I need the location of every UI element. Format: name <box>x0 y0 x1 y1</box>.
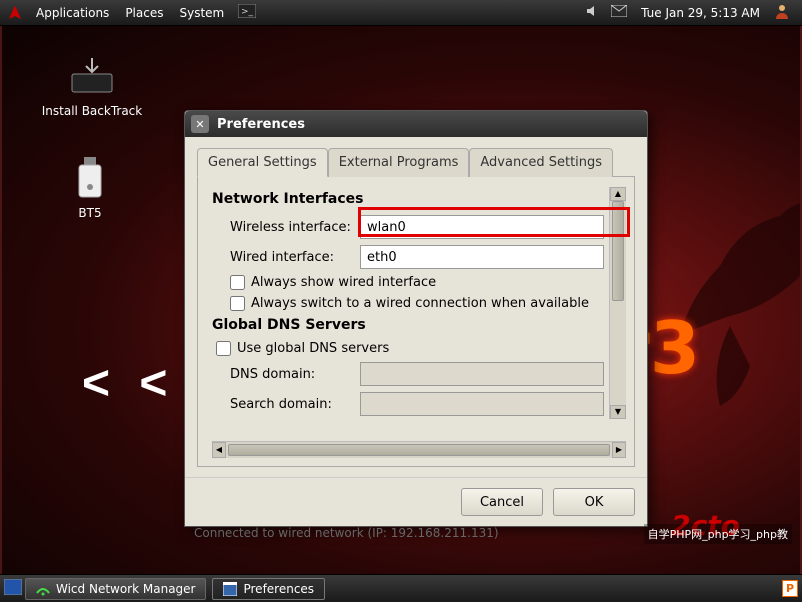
svg-text:>_: >_ <box>241 7 254 17</box>
arrows-decor: < < <box>82 356 175 411</box>
watermark-text: 自学PHP网_php学习_php教 <box>644 524 792 544</box>
desktop: r3 < < Install BackTrack BT5 ✕ Preferenc… <box>2 26 800 574</box>
wicd-status-text: Connected to wired network (IP: 192.168.… <box>184 522 648 544</box>
row-wireless-interface: Wireless interface: <box>230 215 604 239</box>
desktop-icon-label: BT5 <box>60 206 120 220</box>
preferences-dialog: ✕ Preferences General Settings External … <box>184 110 648 527</box>
window-icon <box>223 582 237 596</box>
cancel-button[interactable]: Cancel <box>461 488 543 516</box>
row-dns-domain: DNS domain: <box>230 362 604 386</box>
usb-drive-icon <box>66 154 114 202</box>
row-always-switch-wired: Always switch to a wired connection when… <box>230 296 604 311</box>
wired-interface-input[interactable] <box>360 245 604 269</box>
search-domain-label: Search domain: <box>230 397 360 412</box>
distro-logo-icon <box>6 4 24 22</box>
dialog-actions: Cancel OK <box>185 477 647 526</box>
php-badge-icon[interactable]: P <box>782 580 798 597</box>
ok-button[interactable]: OK <box>553 488 635 516</box>
volume-icon[interactable] <box>579 4 605 21</box>
dns-domain-input <box>360 362 604 386</box>
task-preferences[interactable]: Preferences <box>212 578 325 600</box>
tab-general-settings[interactable]: General Settings <box>197 148 328 177</box>
desktop-icon-label: Install BackTrack <box>32 104 152 118</box>
row-search-domain: Search domain: <box>230 392 604 416</box>
show-desktop-icon[interactable] <box>4 579 22 598</box>
bt5-usb-icon[interactable]: BT5 <box>60 154 120 220</box>
always-switch-wired-checkbox[interactable] <box>230 296 245 311</box>
bottom-tray: P <box>782 580 798 597</box>
horizontal-scrollbar[interactable]: ◀ ▶ <box>212 441 626 458</box>
wired-interface-label: Wired interface: <box>230 250 360 265</box>
tab-content: Network Interfaces Wireless interface: W… <box>197 177 635 467</box>
scroll-left-button[interactable]: ◀ <box>212 442 226 458</box>
use-global-dns-label: Use global DNS servers <box>237 341 389 356</box>
wireless-interface-input[interactable] <box>360 215 604 239</box>
row-use-global-dns: Use global DNS servers <box>216 341 604 356</box>
tab-advanced-settings[interactable]: Advanced Settings <box>469 148 613 177</box>
install-backtrack-icon[interactable]: Install BackTrack <box>32 52 152 118</box>
menu-applications[interactable]: Applications <box>28 6 117 20</box>
vertical-scrollbar[interactable]: ▲ ▼ <box>609 187 626 419</box>
scrollbar-thumb-h[interactable] <box>228 444 610 456</box>
tab-external-programs[interactable]: External Programs <box>328 148 470 177</box>
clock[interactable]: Tue Jan 29, 5:13 AM <box>633 6 768 20</box>
section-global-dns: Global DNS Servers <box>212 317 604 333</box>
network-icon <box>36 582 50 596</box>
dns-domain-label: DNS domain: <box>230 367 360 382</box>
wireless-interface-label: Wireless interface: <box>230 220 360 235</box>
top-panel: Applications Places System >_ Tue Jan 29… <box>0 0 802 26</box>
scrollbar-thumb[interactable] <box>612 201 624 301</box>
user-icon[interactable] <box>768 3 796 22</box>
terminal-launcher-icon[interactable]: >_ <box>232 4 262 21</box>
task-wicd[interactable]: Wicd Network Manager <box>25 578 206 600</box>
scroll-right-button[interactable]: ▶ <box>612 442 626 458</box>
task-label: Wicd Network Manager <box>56 582 195 596</box>
scroll-down-button[interactable]: ▼ <box>610 405 626 419</box>
close-button[interactable]: ✕ <box>191 115 209 133</box>
search-domain-input <box>360 392 604 416</box>
always-show-wired-checkbox[interactable] <box>230 275 245 290</box>
row-wired-interface: Wired interface: <box>230 245 604 269</box>
menu-system[interactable]: System <box>171 6 232 20</box>
dialog-titlebar[interactable]: ✕ Preferences <box>185 111 647 137</box>
mail-icon[interactable] <box>605 5 633 20</box>
menu-places[interactable]: Places <box>117 6 171 20</box>
use-global-dns-checkbox[interactable] <box>216 341 231 356</box>
section-network-interfaces: Network Interfaces <box>212 191 604 207</box>
dialog-title: Preferences <box>217 117 305 132</box>
scroll-up-button[interactable]: ▲ <box>610 187 626 201</box>
always-show-wired-label: Always show wired interface <box>251 275 436 290</box>
tabs: General Settings External Programs Advan… <box>197 147 635 177</box>
task-label: Preferences <box>243 582 314 596</box>
always-switch-wired-label: Always switch to a wired connection when… <box>251 296 589 311</box>
row-always-show-wired: Always show wired interface <box>230 275 604 290</box>
bottom-panel: Wicd Network Manager Preferences P <box>0 574 802 602</box>
hdd-install-icon <box>68 52 116 100</box>
